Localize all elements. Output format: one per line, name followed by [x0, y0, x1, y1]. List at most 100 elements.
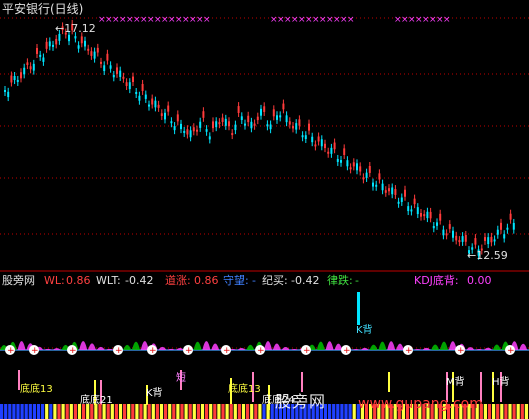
bottom-strip-bar: [237, 404, 241, 419]
candle-body: [484, 237, 486, 241]
bottom-strip-bar: [266, 404, 270, 419]
candle-body: [279, 115, 282, 118]
candle-body: [29, 66, 32, 70]
bottom-strip-bar: [135, 404, 139, 419]
candle-body: [487, 237, 490, 245]
signal-cross: +: [115, 346, 123, 356]
candle-body: [490, 236, 493, 243]
candle-body: [464, 234, 467, 242]
bottom-strip-bar: [0, 404, 4, 419]
candle-body: [167, 105, 170, 112]
bottom-strip-bar: [147, 404, 151, 419]
candle-body: [7, 91, 10, 98]
candle-body: [506, 227, 509, 230]
candle-body: [298, 119, 301, 126]
bottom-strip-bar: [77, 404, 82, 419]
candle-body: [237, 106, 240, 113]
candle-body: [512, 222, 515, 230]
bottom-strip-bar: [492, 404, 496, 419]
wlt-value: -0.42: [125, 274, 154, 287]
signal-bar: [388, 372, 390, 392]
candle-body: [372, 182, 374, 187]
bottom-strip-bar: [16, 404, 20, 419]
candle-body: [493, 239, 496, 242]
bottom-strip-bar: [340, 404, 344, 419]
bottom-strip-bar: [348, 404, 352, 419]
candle-body: [455, 235, 458, 241]
oscillator-hump: [79, 341, 88, 350]
kdj-value: 0.00: [467, 274, 492, 287]
candle-body: [432, 226, 435, 229]
signal-cross: +: [31, 346, 39, 356]
candle-body: [90, 51, 93, 56]
candle-body: [439, 213, 442, 221]
candle-body: [388, 188, 390, 192]
oscillator-hump: [264, 341, 272, 350]
candle-body: [330, 147, 333, 154]
candle-body: [16, 79, 19, 82]
bottom-strip-bar: [188, 404, 192, 419]
signal-cross: +: [149, 346, 157, 356]
candle-body: [436, 222, 438, 226]
candle-body: [292, 126, 294, 129]
bottom-strip-bar: [65, 404, 69, 419]
candle-body: [365, 172, 368, 178]
oscillator-hump: [281, 347, 290, 350]
oscillator-hump: [132, 341, 140, 350]
candle-body: [474, 238, 477, 245]
signal-cross: +: [223, 346, 231, 356]
x-marker: ×: [443, 15, 451, 25]
candle-body: [394, 189, 397, 195]
kline-chart[interactable]: × × × × × × × × × × × × × × × × × × × × × × × × × × × × × × × × × × × ×+ + + +…: [0, 0, 529, 419]
price-high-label: ←17.12: [55, 22, 96, 35]
candle-body: [250, 121, 253, 129]
candle-body: [116, 67, 118, 74]
bottom-strip-bar: [41, 404, 45, 419]
candle-body: [68, 34, 70, 42]
candle-body: [119, 70, 122, 77]
bottom-strip-bar: [332, 404, 336, 419]
signal-cross: +: [69, 346, 77, 356]
signal-cross: +: [507, 346, 515, 356]
candle-body: [215, 121, 218, 128]
candle-body: [218, 122, 221, 125]
candle-body: [112, 74, 115, 78]
wl-value: 0.86: [66, 274, 91, 287]
candle-body: [304, 135, 307, 139]
candle-body: [173, 126, 176, 131]
bottom-strip-bar: [225, 404, 229, 419]
bottom-strip-bar: [8, 404, 12, 419]
bottom-strip-bar: [73, 404, 77, 419]
oscillator-hump: [88, 343, 96, 350]
candle-body: [285, 115, 288, 123]
bottom-strip-bar: [233, 404, 237, 419]
bottom-strip-bar: [102, 404, 106, 419]
oscillator-hump: [440, 341, 448, 350]
bottom-strip-bar: [352, 404, 356, 419]
bottom-strip-bar: [24, 404, 28, 419]
candle-body: [509, 213, 512, 220]
candle-body: [77, 45, 80, 49]
bottom-strip-bar: [229, 404, 233, 419]
oscillator-hump: [44, 348, 52, 350]
bottom-strip-bar: [20, 404, 24, 419]
candle-body: [308, 123, 310, 131]
candle-body: [74, 36, 77, 39]
bottom-strip-bar: [114, 404, 118, 419]
oscillator-hump: [378, 341, 387, 350]
candle-body: [164, 112, 166, 120]
candle-body: [311, 136, 314, 143]
signal-cross: +: [303, 346, 311, 356]
bottom-strip-bar: [196, 404, 200, 419]
candle-body: [122, 76, 125, 79]
candle-body: [199, 121, 202, 128]
candle-body: [186, 129, 189, 135]
candle-body: [4, 90, 6, 92]
signal-m-bei: M背: [446, 377, 465, 388]
candle-body: [96, 47, 99, 53]
bottom-strip-bar: [164, 404, 168, 419]
signal-cross: +: [185, 346, 193, 356]
bottom-strip-bar: [487, 404, 492, 419]
bottom-strip-bar: [254, 404, 258, 419]
candle-body: [356, 163, 358, 171]
